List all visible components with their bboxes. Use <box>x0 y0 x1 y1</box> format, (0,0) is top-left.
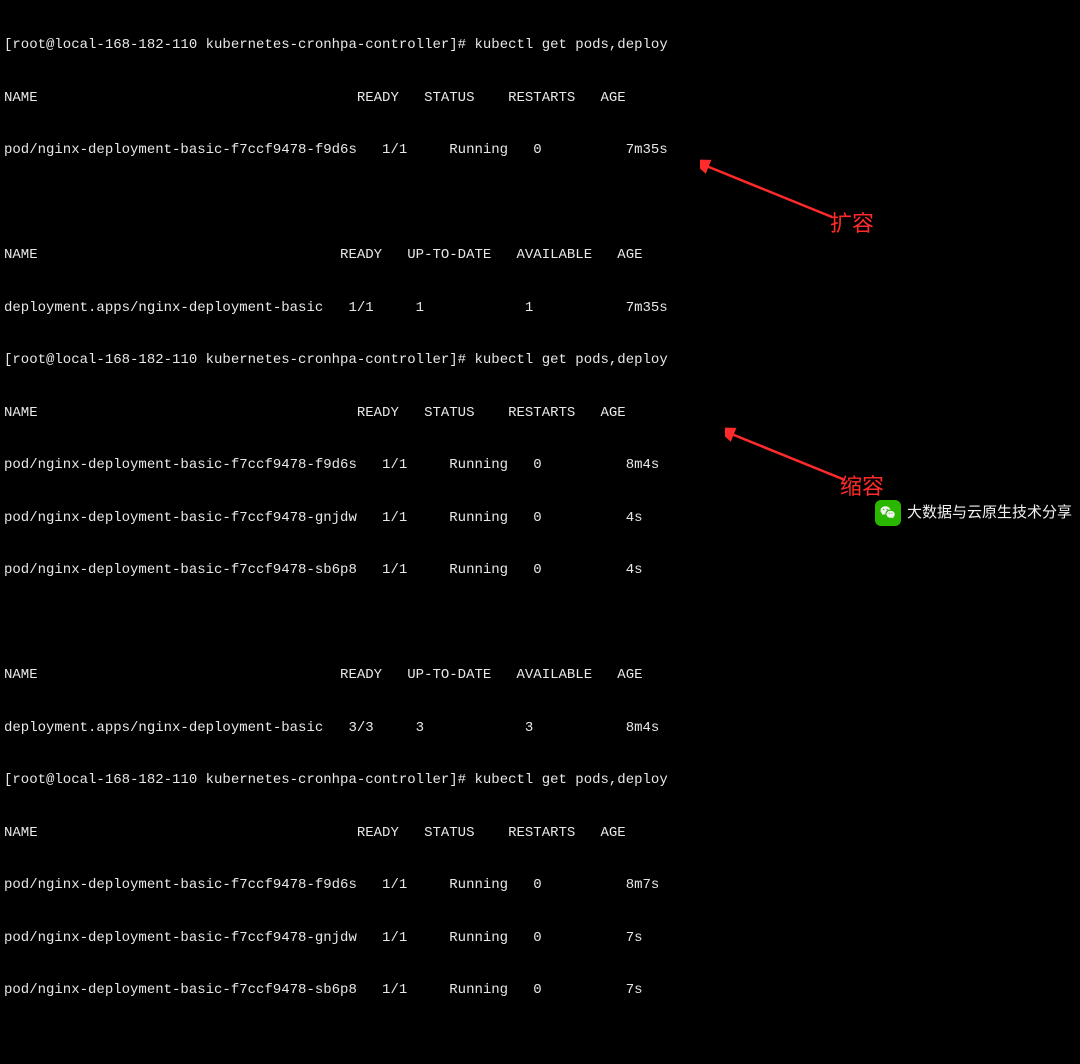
blank-line <box>4 1035 1076 1053</box>
pod-row: pod/nginx-deployment-basic-f7ccf9478-sb6… <box>4 562 1076 580</box>
deploy-row: deployment.apps/nginx-deployment-basic 3… <box>4 720 1076 738</box>
prompt-line: [root@local-168-182-110 kubernetes-cronh… <box>4 37 1076 55</box>
pod-row: pod/nginx-deployment-basic-f7ccf9478-f9d… <box>4 142 1076 160</box>
deploy-header: NAME READY UP-TO-DATE AVAILABLE AGE <box>4 667 1076 685</box>
shell-prompt: [root@local-168-182-110 kubernetes-cronh… <box>4 772 466 788</box>
wechat-icon <box>875 500 901 526</box>
command-text: kubectl get pods,deploy <box>474 352 667 368</box>
command-text: kubectl get pods,deploy <box>474 772 667 788</box>
command-text: kubectl get pods,deploy <box>474 37 667 53</box>
deploy-header: NAME READY UP-TO-DATE AVAILABLE AGE <box>4 247 1076 265</box>
watermark: 大数据与云原生技术分享 <box>875 500 1072 526</box>
blank-line <box>4 615 1076 633</box>
pod-row: pod/nginx-deployment-basic-f7ccf9478-sb6… <box>4 982 1076 1000</box>
shell-prompt: [root@local-168-182-110 kubernetes-cronh… <box>4 37 466 53</box>
prompt-line: [root@local-168-182-110 kubernetes-cronh… <box>4 352 1076 370</box>
shell-prompt: [root@local-168-182-110 kubernetes-cronh… <box>4 352 466 368</box>
terminal[interactable]: [root@local-168-182-110 kubernetes-cronh… <box>4 2 1076 1064</box>
pod-row: pod/nginx-deployment-basic-f7ccf9478-gnj… <box>4 930 1076 948</box>
blank-line <box>4 195 1076 213</box>
pod-row: pod/nginx-deployment-basic-f7ccf9478-f9d… <box>4 457 1076 475</box>
pods-header: NAME READY STATUS RESTARTS AGE <box>4 825 1076 843</box>
pod-row: pod/nginx-deployment-basic-f7ccf9478-f9d… <box>4 877 1076 895</box>
pods-header: NAME READY STATUS RESTARTS AGE <box>4 90 1076 108</box>
prompt-line: [root@local-168-182-110 kubernetes-cronh… <box>4 772 1076 790</box>
watermark-text: 大数据与云原生技术分享 <box>907 504 1072 523</box>
pods-header: NAME READY STATUS RESTARTS AGE <box>4 405 1076 423</box>
deploy-row: deployment.apps/nginx-deployment-basic 1… <box>4 300 1076 318</box>
